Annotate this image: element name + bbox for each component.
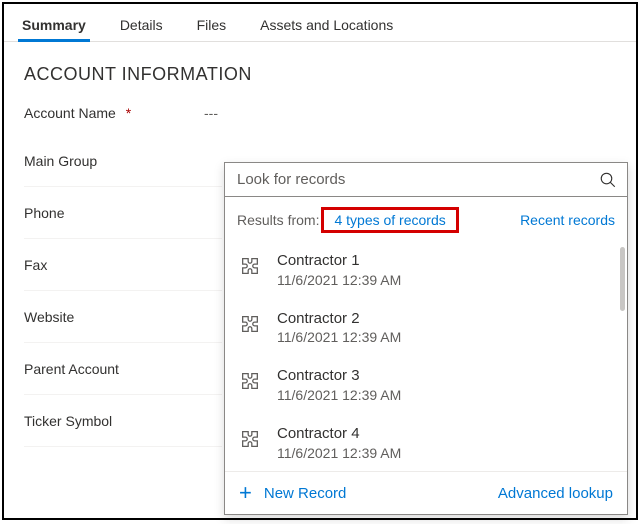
field-main-group[interactable]: Main Group: [24, 135, 222, 187]
search-icon[interactable]: [599, 171, 617, 189]
lookup-flyout: Results from: 4 types of records Recent …: [224, 162, 628, 515]
result-title: Contractor 4: [277, 424, 613, 444]
puzzle-icon: [239, 370, 261, 392]
lookup-result-item[interactable]: Contractor 1 11/6/2021 12:39 AM: [225, 241, 627, 299]
result-title: Contractor 2: [277, 309, 613, 329]
advanced-lookup-link[interactable]: Advanced lookup: [498, 485, 613, 502]
result-subtitle: 11/6/2021 12:39 AM: [277, 271, 613, 289]
fax-label: Fax: [24, 253, 184, 277]
result-subtitle: 11/6/2021 12:39 AM: [277, 444, 613, 462]
field-phone[interactable]: Phone: [24, 187, 222, 239]
tab-summary[interactable]: Summary: [18, 9, 90, 41]
tab-bar: Summary Details Files Assets and Locatio…: [4, 4, 636, 42]
tab-assets-locations[interactable]: Assets and Locations: [256, 9, 397, 41]
puzzle-icon: [239, 428, 261, 450]
field-ticker[interactable]: Ticker Symbol: [24, 395, 222, 447]
field-parent-account[interactable]: Parent Account: [24, 343, 222, 395]
parent-account-label: Parent Account: [24, 357, 184, 381]
tab-details[interactable]: Details: [116, 9, 167, 41]
scrollbar-thumb[interactable]: [620, 247, 625, 311]
plus-icon: +: [239, 482, 252, 504]
record-types-link[interactable]: 4 types of records: [330, 211, 449, 229]
puzzle-icon: [239, 255, 261, 277]
account-name-label: Account Name: [24, 105, 116, 121]
section-title: ACCOUNT INFORMATION: [4, 42, 636, 91]
result-title: Contractor 1: [277, 251, 613, 271]
new-record-button[interactable]: + New Record: [239, 482, 346, 504]
new-record-label: New Record: [264, 485, 347, 502]
result-subtitle: 11/6/2021 12:39 AM: [277, 328, 613, 346]
website-label: Website: [24, 305, 184, 329]
field-fax[interactable]: Fax: [24, 239, 222, 291]
recent-records-link[interactable]: Recent records: [520, 212, 615, 228]
account-name-value[interactable]: ---: [184, 105, 218, 121]
lookup-search-input[interactable]: [235, 170, 599, 189]
lookup-results: Contractor 1 11/6/2021 12:39 AM Contract…: [225, 241, 627, 471]
lookup-result-item[interactable]: Contractor 3 11/6/2021 12:39 AM: [225, 356, 627, 414]
tab-files[interactable]: Files: [193, 9, 231, 41]
result-title: Contractor 3: [277, 366, 613, 386]
results-from-label: Results from:: [237, 212, 319, 228]
field-website[interactable]: Website: [24, 291, 222, 343]
main-group-label: Main Group: [24, 149, 184, 173]
result-subtitle: 11/6/2021 12:39 AM: [277, 386, 613, 404]
required-indicator: *: [120, 105, 131, 121]
puzzle-icon: [239, 313, 261, 335]
field-account-name: Account Name * ---: [24, 91, 636, 135]
ticker-label: Ticker Symbol: [24, 409, 184, 433]
lookup-result-item[interactable]: Contractor 2 11/6/2021 12:39 AM: [225, 299, 627, 357]
lookup-result-item[interactable]: Contractor 4 11/6/2021 12:39 AM: [225, 414, 627, 471]
phone-label: Phone: [24, 201, 184, 225]
